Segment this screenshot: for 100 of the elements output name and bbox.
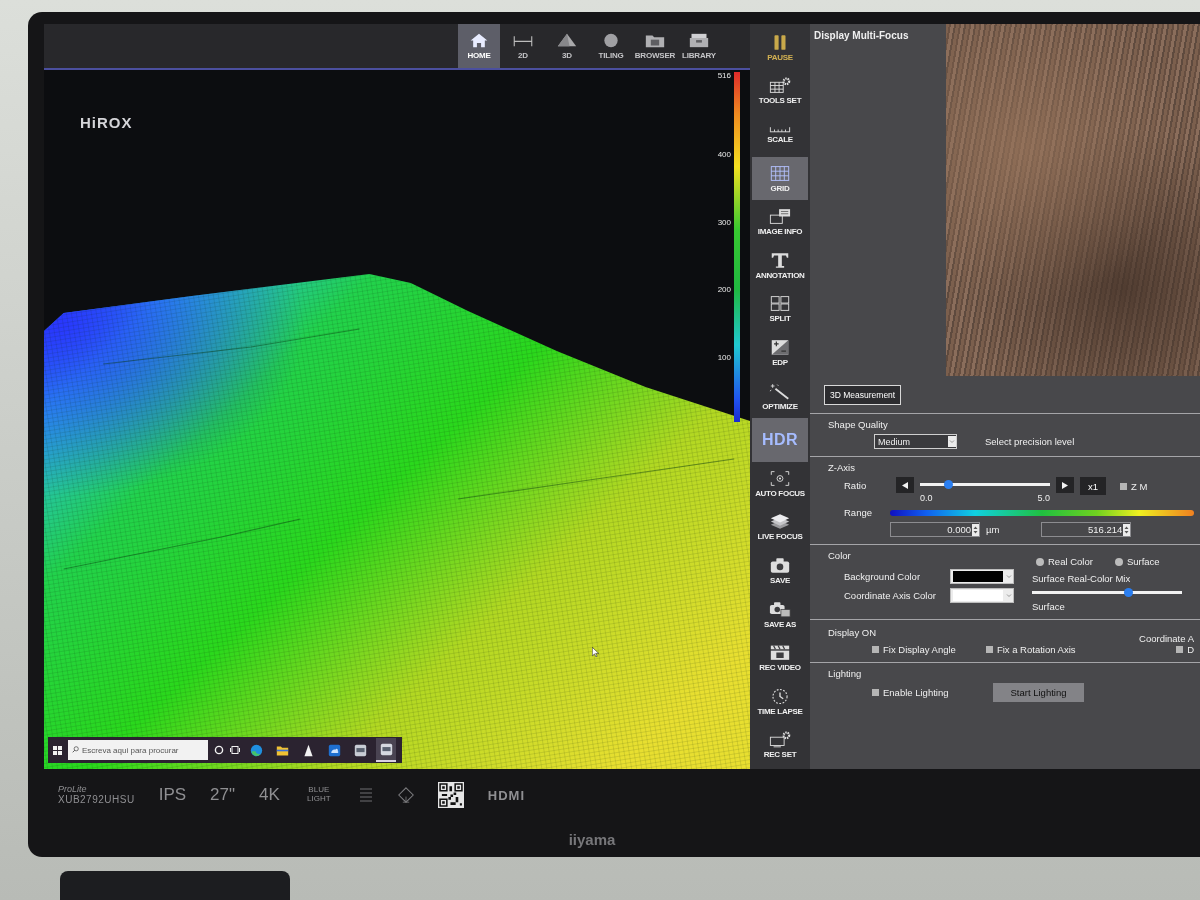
grid-icon (769, 164, 791, 182)
scale-label: 400 (717, 150, 731, 159)
tool-button[interactable]: TIME LAPSE (752, 679, 808, 724)
toolbar-tab[interactable]: LIBRARY (678, 24, 720, 68)
focus-target-icon (769, 469, 791, 487)
tool-button[interactable]: EDP (752, 331, 808, 375)
checkbox[interactable] (1120, 483, 1127, 490)
quality-dropdown[interactable]: Medium (874, 434, 957, 449)
tool-button[interactable]: LIVE FOCUS (752, 505, 808, 550)
slider-end-label: Surface (1032, 601, 1066, 612)
section-title: Color (828, 550, 852, 561)
range-min-field[interactable]: 0.000 (890, 522, 980, 537)
scale-label: 516 (717, 72, 731, 80)
radio-label[interactable]: Real Color (1048, 556, 1093, 567)
toolbar-tab[interactable]: 2D (502, 24, 544, 68)
app-window-icon (379, 742, 393, 756)
tool-button[interactable]: SAVE (752, 549, 808, 593)
ring-icon[interactable] (214, 745, 224, 755)
taskbar-button[interactable] (376, 738, 396, 762)
checkbox[interactable] (985, 646, 993, 653)
multiplier-button[interactable]: x1 (1080, 477, 1106, 495)
archive-box-icon (689, 32, 709, 48)
caret-icon (948, 436, 956, 447)
timer-icon (769, 687, 791, 705)
radio-button[interactable] (1114, 557, 1123, 566)
section-title: Z-Axis (828, 462, 856, 473)
range-max-field[interactable]: 516.214 (1041, 522, 1132, 537)
swirl-icon (249, 743, 263, 757)
checkbox-label[interactable]: Z M (1131, 481, 1148, 492)
field-label: Coordinate Axis Color (844, 590, 937, 601)
search-field[interactable]: Escreva aqui para procurar (68, 740, 208, 760)
tick-label: 0.0 (920, 493, 933, 503)
pyramid-icon (557, 32, 577, 48)
scale-label: 200 (717, 286, 731, 295)
tool-button[interactable]: SPLIT (752, 287, 808, 332)
field-label: Ratio (843, 479, 868, 491)
checkbox-label[interactable]: Fix a Rotation Axis (996, 644, 1076, 655)
checkbox[interactable] (1176, 646, 1184, 653)
decrease-button[interactable] (896, 477, 914, 493)
spec-label: 4K (259, 785, 280, 805)
color-picker[interactable] (950, 588, 1014, 603)
radio-button[interactable] (1036, 557, 1044, 566)
camera-copy-icon (769, 600, 791, 618)
layers-icon (769, 513, 791, 531)
color-picker[interactable] (950, 569, 1014, 584)
tool-button[interactable]: AUTO FOCUS (752, 461, 808, 506)
hint-text: Select precision level (985, 436, 1075, 447)
clapperboard-icon (769, 644, 791, 662)
task-view-icon[interactable] (230, 745, 240, 755)
tool-button[interactable]: OPTIMIZE (752, 374, 808, 419)
spec-label: IPS (158, 785, 187, 805)
radio-label[interactable]: Surface (1126, 556, 1160, 567)
section-title: Shape Quality (828, 419, 889, 430)
search-icon (72, 746, 79, 753)
field-label: Background Color (844, 571, 922, 582)
field-label: Range (843, 507, 873, 518)
toolbar-tab[interactable]: HOME (458, 24, 500, 68)
panel-title: Display Multi-Focus (813, 29, 910, 41)
brand-label: iiyama (568, 830, 616, 848)
toolbar-tab[interactable]: BROWSER (634, 24, 676, 68)
tool-button[interactable]: SCALE (752, 113, 808, 157)
slider-thumb[interactable] (1123, 588, 1133, 597)
spinner-icon[interactable] (1123, 523, 1131, 536)
start-menu-icon[interactable] (53, 745, 62, 755)
sphere-icon (601, 32, 621, 48)
monitor-gear-icon (769, 731, 791, 749)
tool-button[interactable]: REC VIDEO (752, 636, 808, 680)
tool-button[interactable]: PAUSE (752, 26, 808, 70)
tool-button[interactable]: GRID (752, 156, 808, 201)
text-tool-icon (769, 251, 791, 269)
checkbox[interactable] (872, 689, 879, 696)
app-tile-icon (327, 743, 341, 757)
tool-button[interactable]: IMAGE INFO (752, 200, 808, 244)
grid-gear-icon (769, 77, 791, 95)
toolbar-tab[interactable]: TILING (590, 24, 632, 68)
wave-lines-icon (357, 785, 374, 805)
slider-thumb[interactable] (944, 480, 954, 489)
measurement-button[interactable]: 3D Measurement (824, 385, 902, 405)
diamond-icon (397, 785, 414, 805)
triangle-left-icon (902, 481, 908, 489)
section-label: Coordinate A (1139, 632, 1194, 644)
spinner-icon[interactable] (972, 523, 979, 536)
tool-button[interactable]: TOOLS SET (752, 69, 808, 114)
increase-button[interactable] (1056, 477, 1074, 493)
scale-label: 300 (717, 218, 731, 227)
toolbar-tab[interactable]: 3D (546, 24, 588, 68)
checkbox[interactable] (872, 646, 879, 653)
app-window-icon (353, 743, 367, 757)
tool-button[interactable]: ANNOTATION (752, 243, 808, 288)
qr-code-icon (437, 782, 464, 808)
port-label: HDMI (487, 787, 526, 803)
magic-wand-icon (769, 382, 791, 400)
checkbox-label[interactable]: Fix Display Angle (883, 644, 956, 655)
checkbox-label[interactable]: Enable Lighting (883, 687, 949, 698)
unit-label: µm (986, 524, 1000, 535)
checkbox-label[interactable]: D (1187, 644, 1194, 655)
tool-button[interactable]: SAVE AS (752, 592, 808, 637)
folder-icon (275, 743, 289, 757)
tool-button[interactable]: REC SET (752, 723, 808, 768)
brand-logo: HiROX (80, 114, 133, 131)
